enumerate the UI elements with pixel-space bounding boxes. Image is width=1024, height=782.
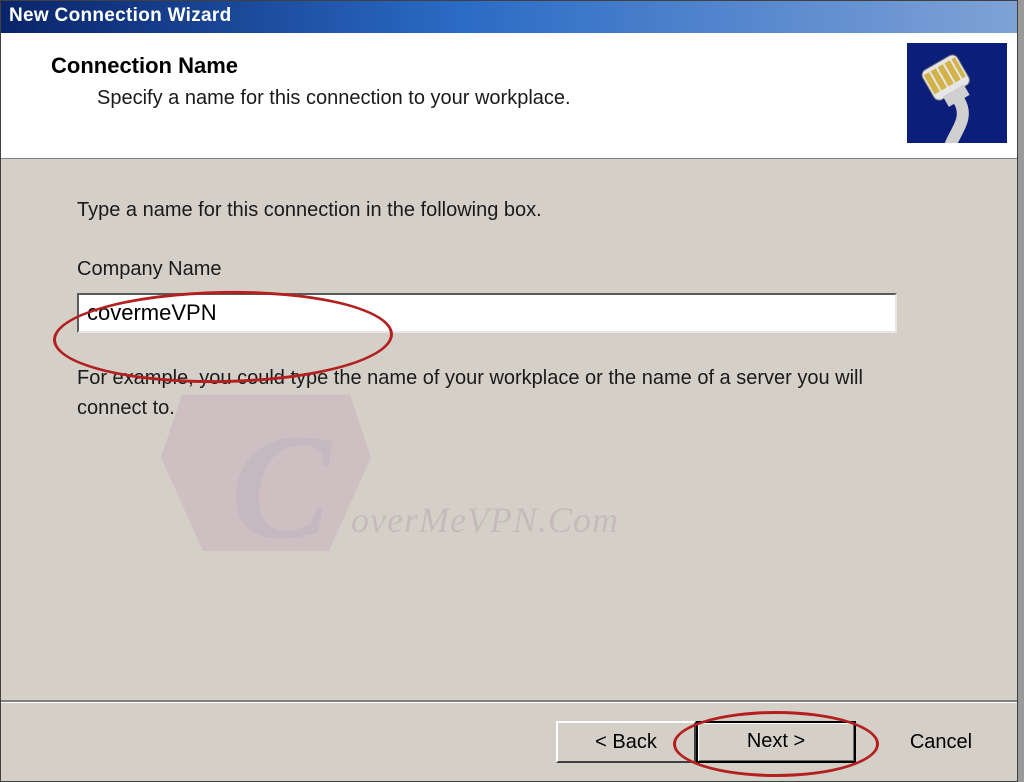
titlebar[interactable]: New Connection Wizard	[1, 1, 1017, 33]
page-title: Connection Name	[51, 53, 238, 79]
window-title: New Connection Wizard	[9, 5, 232, 26]
company-name-field-wrap	[77, 293, 941, 333]
wizard-header: Connection Name Specify a name for this …	[1, 33, 1017, 159]
instruction-text: Type a name for this connection in the f…	[77, 199, 941, 222]
connection-cable-icon	[907, 43, 1007, 143]
window-edge-shadow	[1018, 0, 1024, 782]
company-name-label: Company Name	[77, 258, 941, 281]
cancel-button[interactable]: Cancel	[886, 721, 996, 763]
page-subtitle: Specify a name for this connection to yo…	[97, 87, 571, 110]
wizard-footer: < Back Next > Cancel	[1, 703, 1017, 781]
watermark-text: overMeVPN.Com	[351, 499, 619, 541]
company-name-input[interactable]	[77, 293, 897, 333]
wizard-body: C overMeVPN.Com Type a name for this con…	[1, 159, 1017, 423]
next-button[interactable]: Next >	[696, 721, 856, 763]
example-text: For example, you could type the name of …	[77, 363, 917, 423]
wizard-window: New Connection Wizard Connection Name Sp…	[0, 0, 1018, 782]
back-button[interactable]: < Back	[556, 721, 696, 763]
